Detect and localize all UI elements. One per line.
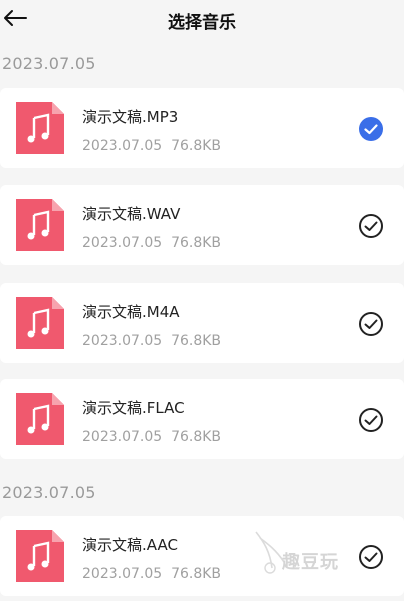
music-file-icon [16,530,64,582]
file-name: 演示文稿.M4A [82,303,180,321]
file-meta: 2023.07.05 76.8KB [82,333,221,349]
file-date: 2023.07.05 [82,333,163,349]
music-list-item[interactable]: 演示文稿.M4A 2023.07.05 76.8KB [0,283,404,363]
music-list-item[interactable]: 演示文稿.MP3 2023.07.05 76.8KB [0,88,404,168]
header: 选择音乐 [0,0,404,40]
music-list-item[interactable]: 演示文稿.FLAC 2023.07.05 76.8KB [0,379,404,459]
music-file-icon [16,393,64,445]
music-file-icon [16,199,64,251]
check-circle-outline-icon[interactable] [358,407,384,433]
file-meta: 2023.07.05 76.8KB [82,138,221,154]
date-group-header: 2023.07.05 [2,54,96,73]
date-group-header: 2023.07.05 [2,483,96,502]
check-circle-outline-icon[interactable] [358,213,384,239]
music-list-item[interactable]: 演示文稿.WAV 2023.07.05 76.8KB [0,185,404,265]
check-circle-outline-icon[interactable] [358,544,384,570]
file-size: 76.8KB [171,429,222,445]
file-name: 演示文稿.FLAC [82,399,185,417]
file-meta: 2023.07.05 76.8KB [82,566,221,582]
file-size: 76.8KB [171,235,222,251]
file-name: 演示文稿.AAC [82,536,178,554]
file-meta: 2023.07.05 76.8KB [82,235,221,251]
file-name: 演示文稿.WAV [82,205,181,223]
file-date: 2023.07.05 [82,566,163,582]
file-date: 2023.07.05 [82,429,163,445]
file-size: 76.8KB [171,566,222,582]
file-date: 2023.07.05 [82,235,163,251]
file-meta: 2023.07.05 76.8KB [82,429,221,445]
music-file-icon [16,102,64,154]
file-size: 76.8KB [171,333,222,349]
file-date: 2023.07.05 [82,138,163,154]
check-circle-outline-icon[interactable] [358,311,384,337]
file-size: 76.8KB [171,138,222,154]
page-title: 选择音乐 [168,13,236,33]
file-name: 演示文稿.MP3 [82,108,179,126]
music-file-icon [16,297,64,349]
check-circle-filled-icon[interactable] [358,116,384,142]
music-list-item[interactable]: 演示文稿.AAC 2023.07.05 76.8KB [0,516,404,596]
